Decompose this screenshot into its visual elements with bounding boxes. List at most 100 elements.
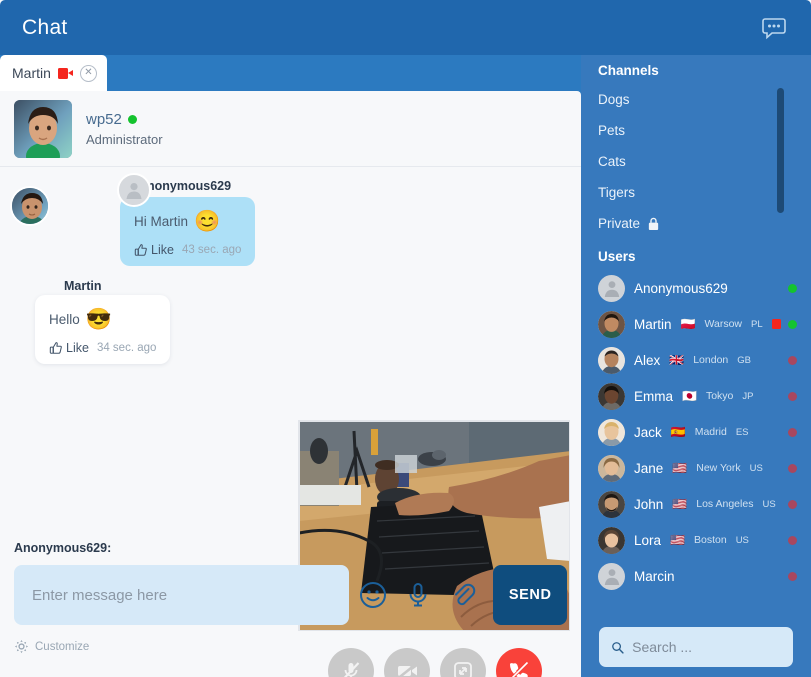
flag-us-icon: 🇺🇸 bbox=[670, 533, 685, 547]
profile-role: Administrator bbox=[86, 131, 163, 147]
flag-es-icon: 🇪🇸 bbox=[670, 425, 686, 439]
message-text-row: Hi Martin 😊 bbox=[134, 207, 241, 235]
user-placeholder-icon bbox=[604, 569, 619, 585]
message-timestamp: 43 sec. ago bbox=[181, 244, 242, 256]
channels-scrollbar[interactable] bbox=[777, 88, 784, 213]
message-footer: Like 43 sec. ago bbox=[134, 243, 241, 257]
flag-pl-icon: 🇵🇱 bbox=[680, 317, 696, 331]
smiling-face-emoji: 😊 bbox=[194, 209, 221, 233]
flag-jp-icon: 🇯🇵 bbox=[682, 389, 697, 403]
user-country-code: US bbox=[749, 462, 763, 474]
user-city: London bbox=[693, 354, 729, 366]
sunglasses-face-emoji: 😎 bbox=[85, 307, 112, 331]
user-country-code: JP bbox=[742, 390, 754, 402]
channels-heading: Channels bbox=[598, 63, 659, 78]
sidebar-user-alex[interactable]: Alex 🇬🇧 London GB bbox=[581, 342, 811, 378]
avatar bbox=[598, 490, 625, 518]
message-author: Martin bbox=[64, 279, 102, 293]
sidebar-user-john[interactable]: John 🇺🇸 Los Angeles US bbox=[581, 486, 811, 522]
sidebar-user-marcin[interactable]: Marcin bbox=[581, 558, 811, 594]
avatar bbox=[598, 562, 625, 590]
user-name: Anonymous629 bbox=[634, 280, 728, 296]
message-list: Anonymous629 Hi Martin 😊 Like 43 sec. ag… bbox=[0, 167, 581, 677]
message-text: Hi Martin bbox=[134, 213, 189, 229]
user-city: Tokyo bbox=[705, 390, 734, 402]
status-dot-online bbox=[788, 283, 797, 293]
chat-body: wp52 Administrator Anonymous629 Hi Marti… bbox=[0, 91, 581, 677]
user-name: Jane bbox=[634, 460, 664, 476]
user-name: Alex bbox=[634, 352, 661, 368]
customize-label: Customize bbox=[35, 640, 90, 653]
message-bubble: Hi Martin 😊 Like 43 sec. ago bbox=[120, 197, 256, 266]
video-camera-icon bbox=[57, 67, 73, 79]
sidebar-user-anonymous629[interactable]: Anonymous629 bbox=[581, 270, 811, 306]
current-user-profile: wp52 Administrator bbox=[0, 91, 581, 167]
sidebar-user-emma[interactable]: Emma 🇯🇵 Tokyo JP bbox=[581, 378, 811, 414]
user-country-code: ES bbox=[735, 426, 749, 438]
composer-author-label: Anonymous629: bbox=[14, 541, 112, 555]
page-title: Chat bbox=[22, 15, 68, 39]
avatar bbox=[10, 186, 50, 226]
message-bubble: Hello 😎 Like 34 sec. ago bbox=[35, 295, 171, 364]
sidebar-channel-private[interactable]: Private bbox=[581, 208, 811, 239]
header-actions bbox=[759, 13, 789, 43]
profile-name: wp52 bbox=[86, 110, 122, 128]
like-button[interactable]: Like bbox=[134, 243, 174, 257]
channel-label: Pets bbox=[598, 123, 626, 138]
status-dot-offline bbox=[788, 427, 797, 437]
avatar bbox=[598, 310, 625, 338]
message-timestamp: 34 sec. ago bbox=[96, 342, 157, 354]
chat-bubble-dots-icon[interactable] bbox=[759, 13, 789, 43]
video-camera-icon[interactable] bbox=[771, 319, 782, 329]
search-input[interactable] bbox=[632, 639, 781, 655]
chat-column: Martin ✕ wp52 Administrator Anonymous629… bbox=[0, 55, 581, 677]
thumbs-up-icon bbox=[49, 342, 62, 354]
user-country-code: GB bbox=[737, 354, 751, 366]
flag-gb-icon: 🇬🇧 bbox=[669, 353, 685, 367]
status-dot-offline bbox=[788, 535, 797, 545]
status-dot-offline bbox=[788, 355, 797, 365]
tab-bar: Martin ✕ bbox=[0, 55, 581, 91]
user-country-code: PL bbox=[751, 318, 763, 330]
sidebar-user-jack[interactable]: Jack 🇪🇸 Madrid ES bbox=[581, 414, 811, 450]
user-city: Madrid bbox=[694, 426, 727, 438]
message-text-row: Hello 😎 bbox=[49, 305, 156, 333]
avatar bbox=[117, 173, 151, 207]
sidebar-user-jane[interactable]: Jane 🇺🇸 New York US bbox=[581, 450, 811, 486]
user-city: New York bbox=[696, 462, 741, 474]
user-city: Boston bbox=[693, 534, 727, 546]
avatar bbox=[598, 346, 625, 374]
message-input[interactable] bbox=[14, 565, 349, 625]
avatar bbox=[598, 418, 625, 446]
user-name: Lora bbox=[634, 532, 662, 548]
avatar bbox=[14, 99, 72, 158]
message-footer: Like 34 sec. ago bbox=[49, 341, 156, 355]
close-icon[interactable]: ✕ bbox=[79, 64, 97, 82]
user-name: Emma bbox=[634, 388, 674, 404]
smiley-icon[interactable] bbox=[353, 572, 394, 618]
search-box[interactable] bbox=[599, 627, 793, 667]
avatar bbox=[598, 454, 625, 482]
online-status-dot bbox=[127, 114, 137, 124]
paperclip-icon[interactable] bbox=[443, 572, 484, 618]
profile-meta: wp52 Administrator bbox=[86, 111, 163, 147]
user-city: Warsow bbox=[704, 318, 742, 330]
sidebar-user-lora[interactable]: Lora 🇺🇸 Boston US bbox=[581, 522, 811, 558]
user-placeholder-icon bbox=[604, 281, 619, 297]
like-button[interactable]: Like bbox=[49, 341, 89, 355]
microphone-icon[interactable] bbox=[398, 572, 439, 618]
thumbs-up-icon bbox=[134, 244, 147, 256]
chat-app: Chat Martin ✕ wp52 Administrator Anonymo… bbox=[0, 0, 811, 677]
status-dot-offline bbox=[788, 391, 797, 401]
message-text: Hello bbox=[49, 311, 80, 327]
send-button[interactable]: SEND bbox=[493, 565, 567, 625]
tab-martin[interactable]: Martin ✕ bbox=[0, 55, 107, 91]
search-container bbox=[581, 627, 811, 667]
tab-label: Martin bbox=[12, 65, 51, 81]
user-name: Martin bbox=[634, 316, 672, 332]
right-sidebar: Channels Dogs Pets Cats Tigers Private U… bbox=[581, 55, 811, 677]
customize-link[interactable]: Customize bbox=[0, 625, 581, 654]
status-dot-online bbox=[788, 319, 797, 329]
like-label: Like bbox=[66, 341, 89, 355]
sidebar-user-martin[interactable]: Martin 🇵🇱 Warsow PL bbox=[581, 306, 811, 342]
